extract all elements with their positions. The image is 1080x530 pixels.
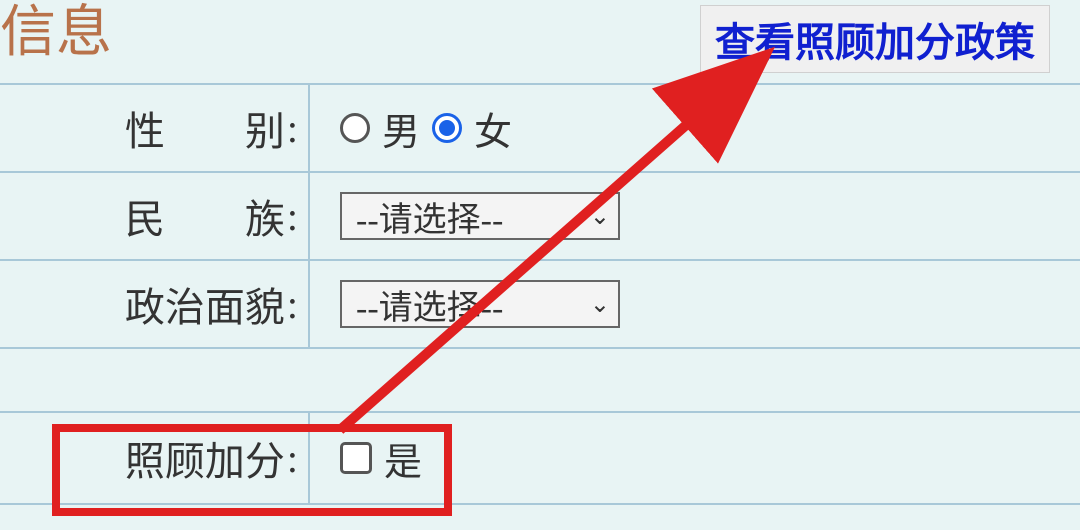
political-select[interactable]: --请选择-- ⌄ — [340, 280, 620, 328]
bonus-yes-checkbox[interactable] — [340, 442, 372, 474]
empty-row — [0, 349, 1080, 413]
gender-female-radio[interactable] — [432, 113, 462, 143]
gender-label: 性 别: — [30, 85, 310, 171]
ethnicity-select[interactable]: --请选择-- ⌄ — [340, 192, 620, 240]
gender-male-label: 男 — [382, 101, 420, 156]
ethnicity-label: 民 族: — [30, 173, 310, 259]
view-bonus-policy-link[interactable]: 查看照顾加分政策 — [700, 5, 1050, 73]
gender-female-label: 女 — [474, 101, 512, 156]
chevron-down-icon: ⌄ — [590, 290, 610, 319]
gender-male-radio[interactable] — [340, 113, 370, 143]
ethnicity-select-value: --请选择-- — [356, 192, 503, 241]
bonus-yes-label: 是 — [384, 431, 422, 486]
section-title: 信息 — [0, 0, 112, 67]
bonus-label: 照顾加分: — [30, 413, 310, 503]
chevron-down-icon: ⌄ — [590, 202, 610, 231]
political-label: 政治面貌: — [30, 261, 310, 347]
political-select-value: --请选择-- — [356, 280, 503, 329]
